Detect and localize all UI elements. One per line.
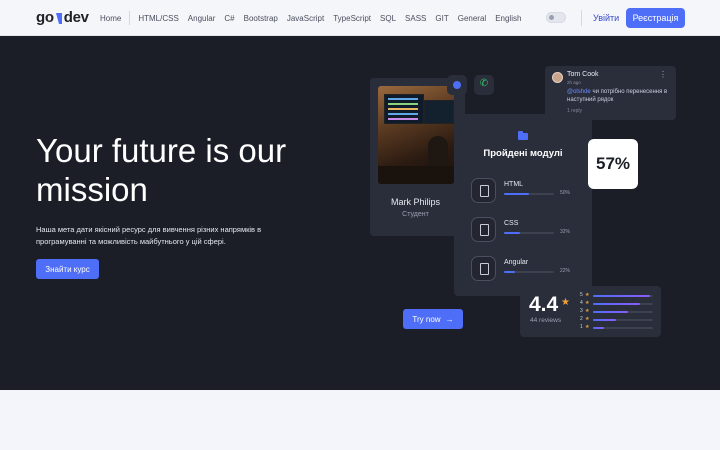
- nav-bootstrap[interactable]: Bootstrap: [244, 14, 278, 23]
- rating-row-stars: 2: [580, 316, 583, 322]
- file-icon: [471, 178, 496, 203]
- module-name: CSS: [504, 220, 519, 227]
- comment-time: 2h ago: [567, 80, 581, 85]
- module-progress-fill: [504, 232, 520, 234]
- rating-bar: [593, 319, 653, 321]
- rating-bar: [593, 311, 653, 313]
- comment-card: Tom Cook 2h ago ⋮ @olshde чи потрібно пе…: [545, 66, 676, 120]
- nav-sass[interactable]: SASS: [405, 14, 426, 23]
- folder-icon: [518, 131, 528, 140]
- rating-bar-fill: [593, 311, 628, 313]
- module-name: Angular: [504, 259, 529, 266]
- module-progress-bar: [504, 193, 554, 195]
- arrow-right-icon: →: [445, 314, 454, 324]
- logo[interactable]: go dev: [36, 9, 89, 26]
- rating-card: 4.4 ★ 44 reviews 5 ★ 4 ★ 3 ★ 2 ★ 1 ★: [520, 286, 661, 337]
- star-icon: ★: [585, 324, 590, 330]
- try-now-button[interactable]: Try now →: [403, 309, 463, 329]
- monitor-graphic: [424, 100, 454, 124]
- rating-row-stars: 4: [580, 300, 583, 306]
- rating-bar-fill: [593, 303, 640, 305]
- rating-bar-fill: [593, 319, 616, 321]
- nav-typescript[interactable]: TypeScript: [333, 14, 371, 23]
- module-name: HTML: [504, 181, 524, 188]
- header-divider: [581, 10, 582, 26]
- logo-mark-icon: [55, 12, 62, 24]
- logo-text-right: dev: [63, 9, 89, 26]
- monitor-graphic: [384, 94, 424, 124]
- nav-csharp[interactable]: C#: [224, 14, 234, 23]
- star-icon: ★: [585, 316, 590, 322]
- rating-bar: [593, 327, 653, 329]
- hero-title: Your future is our mission: [36, 132, 287, 208]
- module-progress-fill: [504, 271, 515, 273]
- nav-home[interactable]: Home: [100, 14, 121, 23]
- rating-value: 4.4: [529, 293, 559, 316]
- progress-percent-badge: 57%: [588, 139, 638, 189]
- modules-title: Пройдені модулі: [483, 148, 563, 159]
- register-button[interactable]: Реєстрація: [626, 8, 685, 28]
- find-course-button[interactable]: Знайти курс: [36, 259, 99, 279]
- nav-git[interactable]: GIT: [435, 14, 448, 23]
- module-progress-fill: [504, 193, 529, 195]
- desk-graphic: [378, 166, 454, 184]
- nav-html-css[interactable]: HTML/CSS: [138, 14, 178, 23]
- logo-text-left: go: [36, 9, 54, 26]
- phone-icon: ✆: [479, 78, 489, 89]
- star-icon: ★: [585, 292, 590, 298]
- rating-row-stars: 3: [580, 308, 583, 314]
- module-percent: 32%: [560, 229, 571, 235]
- comment-mention[interactable]: @olshde: [567, 89, 591, 95]
- module-item[interactable]: HTML 50%: [471, 178, 589, 204]
- theme-toggle[interactable]: [546, 12, 566, 23]
- hero-description: Наша мета дати якісний ресурс для вивчен…: [36, 225, 262, 246]
- module-item[interactable]: CSS 32%: [471, 217, 589, 243]
- nav-javascript[interactable]: JavaScript: [287, 14, 324, 23]
- nav-divider: [129, 11, 131, 25]
- reviews-count: 44 reviews: [530, 317, 562, 324]
- module-progress-bar: [504, 271, 554, 273]
- profile-role: Студент: [402, 211, 429, 218]
- rating-bar: [593, 303, 653, 305]
- comment-text: @olshde чи потрібно перенесення в наступ…: [567, 89, 672, 104]
- star-icon: ★: [561, 297, 570, 308]
- module-percent: 22%: [560, 268, 571, 274]
- modules-card: Пройдені модулі HTML 50% CSS 32% Angular…: [454, 114, 592, 296]
- avatar: [552, 72, 563, 83]
- comment-author: Tom Cook: [567, 71, 599, 78]
- star-icon: ★: [585, 300, 590, 306]
- phone-call-button[interactable]: ✆: [474, 75, 494, 95]
- module-percent: 50%: [560, 190, 571, 196]
- main-nav: Home HTML/CSS Angular C# Bootstrap JavaS…: [100, 0, 530, 36]
- star-icon: ★: [585, 308, 590, 314]
- rating-bar: [593, 295, 653, 297]
- rating-row-stars: 5: [580, 292, 583, 298]
- login-link[interactable]: Увійти: [593, 13, 619, 23]
- nav-general[interactable]: General: [458, 14, 486, 23]
- site-header: go dev Home HTML/CSS Angular C# Bootstra…: [0, 0, 720, 36]
- student-photo: [378, 86, 454, 184]
- rating-row-stars: 1: [580, 324, 583, 330]
- profile-name: Mark Philips: [390, 197, 440, 207]
- file-icon: [471, 256, 496, 281]
- try-now-label: Try now: [412, 314, 441, 324]
- rating-bar-fill: [593, 327, 604, 329]
- video-call-button[interactable]: [447, 75, 467, 95]
- nav-sql[interactable]: SQL: [380, 14, 396, 23]
- rating-bar-fill: [593, 295, 650, 297]
- file-icon: [471, 217, 496, 242]
- nav-english[interactable]: English: [495, 14, 521, 23]
- module-progress-bar: [504, 232, 554, 234]
- more-options-icon[interactable]: ⋮: [659, 70, 667, 79]
- nav-angular[interactable]: Angular: [188, 14, 216, 23]
- module-item[interactable]: Angular 22%: [471, 256, 589, 282]
